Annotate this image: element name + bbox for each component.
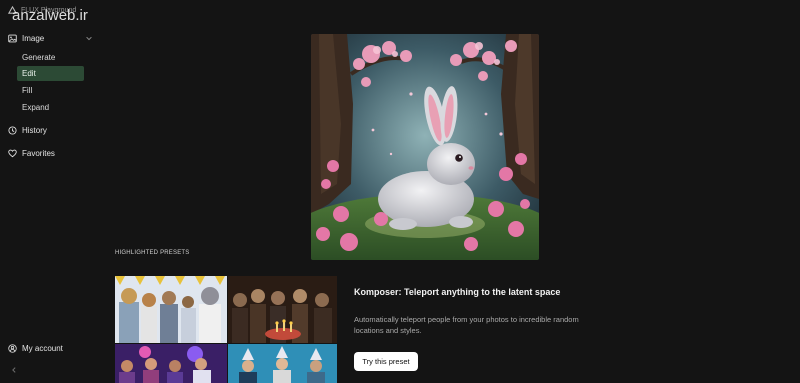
watermark: anzalweb.ir xyxy=(12,7,88,24)
party-people-image xyxy=(228,276,337,343)
preset-thumbnail[interactable] xyxy=(228,344,337,383)
preset-title: Komposer: Teleport anything to the laten… xyxy=(354,287,561,297)
sidebar-item-favorites-label: Favorites xyxy=(22,149,55,158)
chevron-down-icon[interactable] xyxy=(85,34,93,42)
generated-image[interactable] xyxy=(311,34,539,260)
sidebar-item-history-label: History xyxy=(22,126,47,135)
preset-thumbnail[interactable] xyxy=(228,276,337,343)
heart-icon xyxy=(8,149,17,158)
sidebar-item-image[interactable]: Image xyxy=(8,34,44,43)
try-preset-button[interactable]: Try this preset xyxy=(354,352,418,371)
bunny-illustration xyxy=(311,34,539,260)
user-icon xyxy=(8,344,17,353)
sidebar-item-favorites[interactable]: Favorites xyxy=(8,149,55,158)
sidebar-item-edit[interactable]: Edit xyxy=(17,66,84,81)
chevron-left-icon[interactable] xyxy=(10,366,18,374)
party-animals-image xyxy=(115,276,227,343)
preset-thumbnails[interactable] xyxy=(115,276,337,383)
sidebar-item-account[interactable]: My account xyxy=(8,344,63,353)
sidebar-item-expand[interactable]: Expand xyxy=(17,100,84,115)
preset-description: Automatically teleport people from your … xyxy=(354,315,579,335)
highlighted-presets-heading: HIGHLIGHTED PRESETS xyxy=(115,250,190,256)
preset-thumbnail[interactable] xyxy=(115,276,227,343)
sidebar: FLUX Playground anzalweb.ir Image Genera… xyxy=(0,0,97,383)
sidebar-item-account-label: My account xyxy=(22,344,63,353)
sidebar-item-fill[interactable]: Fill xyxy=(17,83,84,98)
sidebar-item-generate[interactable]: Generate xyxy=(17,50,84,65)
sidebar-item-image-label: Image xyxy=(22,34,45,43)
hats-party-image xyxy=(228,344,337,383)
neon-party-image xyxy=(115,344,227,383)
clock-icon xyxy=(8,126,17,135)
preset-thumbnail[interactable] xyxy=(115,344,227,383)
image-icon xyxy=(8,34,17,43)
sidebar-item-history[interactable]: History xyxy=(8,126,47,135)
